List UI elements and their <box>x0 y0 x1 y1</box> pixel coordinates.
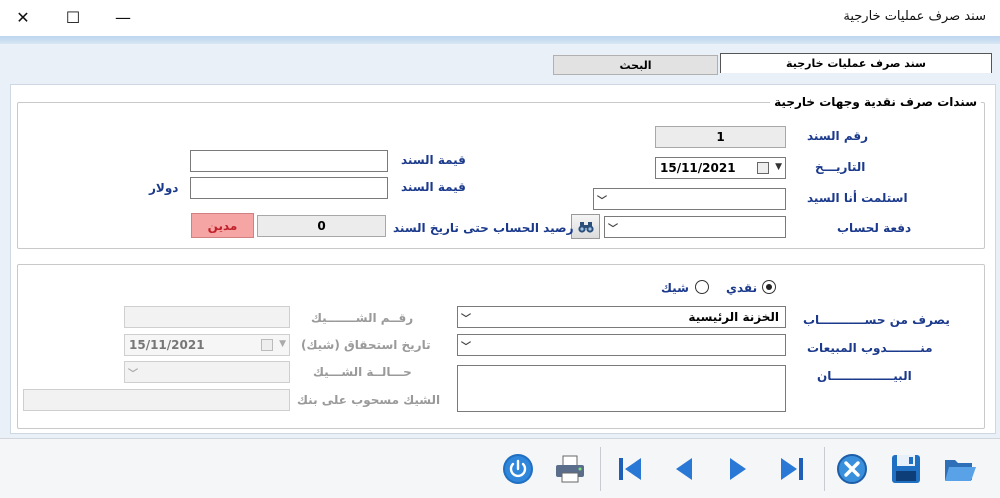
cash-label: نقدي <box>726 281 758 295</box>
sales-rep-label: منــــــــدوب المبيعات <box>807 341 933 355</box>
date-label: التاريـــخ <box>815 160 866 174</box>
currency-label: دولار <box>149 181 179 195</box>
date-picker[interactable]: 15/11/2021 ▼ <box>655 157 786 179</box>
statement-textarea[interactable] <box>457 365 786 412</box>
last-record-button[interactable] <box>772 449 812 489</box>
voucher-no-label: رقم السند <box>807 129 869 143</box>
next-record-icon <box>730 458 746 480</box>
main-panel: سندات صرف نقدية وجهات خارجية رقم السند 1… <box>10 84 996 434</box>
drawn-on-bank-label: الشيك مسحوب على بنك <box>297 393 441 407</box>
balance-field: 0 <box>257 215 386 237</box>
account-search-button[interactable] <box>571 214 600 239</box>
save-icon <box>892 455 920 483</box>
chevron-down-icon: ﹀ <box>128 369 138 380</box>
voucher-value-label-2: قيمة السند <box>401 180 466 194</box>
voucher-info-legend: سندات صرف نقدية وجهات خارجية <box>770 95 981 109</box>
maximize-icon: ☐ <box>65 7 81 27</box>
cancel-button[interactable] <box>832 449 872 489</box>
cheque-radio[interactable] <box>695 280 709 294</box>
chevron-down-icon: ▼ <box>775 162 782 172</box>
printer-icon <box>556 455 584 483</box>
power-icon <box>503 454 533 484</box>
binoculars-icon <box>577 221 594 233</box>
cheque-no-field[interactable] <box>124 306 290 328</box>
cheque-status-select[interactable]: ﹀ <box>124 361 290 383</box>
balance-label: رصيد الحساب حتى تاريخ السند <box>393 221 574 235</box>
voucher-value-label-1: قيمة السند <box>401 153 466 167</box>
calendar-icon <box>757 162 769 174</box>
window-title: سند صرف عمليات خارجية <box>843 9 986 24</box>
title-bar: ✕ ☐ — سند صرف عمليات خارجية <box>0 0 1000 36</box>
chevron-down-icon: ﹀ <box>461 314 471 325</box>
last-record-icon <box>781 458 803 480</box>
minimize-window-button[interactable]: — <box>100 0 146 34</box>
save-button[interactable] <box>886 449 926 489</box>
pay-from-account-select[interactable]: الخزنة الرئيسية ﹀ <box>457 306 786 328</box>
pay-from-account-value: الخزنة الرئيسية <box>688 310 779 324</box>
tab-strip: سند صرف عمليات خارجية البحث <box>0 44 1000 78</box>
due-date-label: تاريخ استحقاق (شيك) <box>301 338 431 352</box>
drawn-on-bank-field[interactable] <box>23 389 290 411</box>
bottom-toolbar <box>0 438 1000 498</box>
pay-to-account-label: دفعة لحساب <box>837 221 912 235</box>
tab-voucher[interactable]: سند صرف عمليات خارجية <box>720 53 992 73</box>
toolbar-separator <box>600 447 601 491</box>
maximize-window-button[interactable]: ☐ <box>50 0 96 34</box>
cheque-label: شيك <box>661 281 689 295</box>
due-date-picker[interactable]: 15/11/2021 ▼ <box>124 334 290 356</box>
open-button[interactable] <box>940 449 980 489</box>
open-folder-icon <box>945 460 976 481</box>
previous-record-icon <box>676 458 692 480</box>
calendar-icon <box>261 339 273 351</box>
exit-button[interactable] <box>498 449 538 489</box>
previous-record-button[interactable] <box>664 449 704 489</box>
tab-search[interactable]: البحث <box>553 55 718 75</box>
chevron-down-icon: ▼ <box>279 339 286 349</box>
first-record-icon <box>619 458 641 480</box>
date-value: 15/11/2021 <box>660 161 736 175</box>
toolbar-separator <box>824 447 825 491</box>
cash-radio[interactable] <box>762 280 776 294</box>
chevron-down-icon: ﹀ <box>597 196 607 207</box>
print-button[interactable] <box>550 449 590 489</box>
header-band <box>0 36 1000 44</box>
cancel-icon <box>837 454 867 484</box>
pay-from-account-label: يصرف من حســـــــــــاب <box>803 313 950 327</box>
chevron-down-icon: ﹀ <box>608 224 618 235</box>
cheque-status-label: حـــالــة الشـــيك <box>313 365 412 379</box>
due-date-value: 15/11/2021 <box>129 338 205 352</box>
statement-label: البيـــــــــــــــان <box>817 369 912 383</box>
sales-rep-select[interactable]: ﹀ <box>457 334 786 356</box>
first-record-button[interactable] <box>610 449 650 489</box>
close-window-button[interactable]: ✕ <box>0 0 46 34</box>
voucher-value-field-1[interactable] <box>190 150 388 172</box>
chevron-down-icon: ﹀ <box>461 342 471 353</box>
voucher-value-field-2[interactable] <box>190 177 388 199</box>
pay-to-account-select[interactable]: ﹀ <box>604 216 786 238</box>
balance-status-badge: مدين <box>191 213 254 238</box>
minimize-icon: — <box>115 7 131 27</box>
next-record-button[interactable] <box>718 449 758 489</box>
close-icon: ✕ <box>16 7 30 27</box>
received-by-label: استلمت أنا السيد <box>807 191 908 205</box>
cheque-no-label: رقــم الشـــــــيك <box>311 311 414 325</box>
received-by-select[interactable]: ﹀ <box>593 188 786 210</box>
voucher-no-field[interactable]: 1 <box>655 126 786 148</box>
